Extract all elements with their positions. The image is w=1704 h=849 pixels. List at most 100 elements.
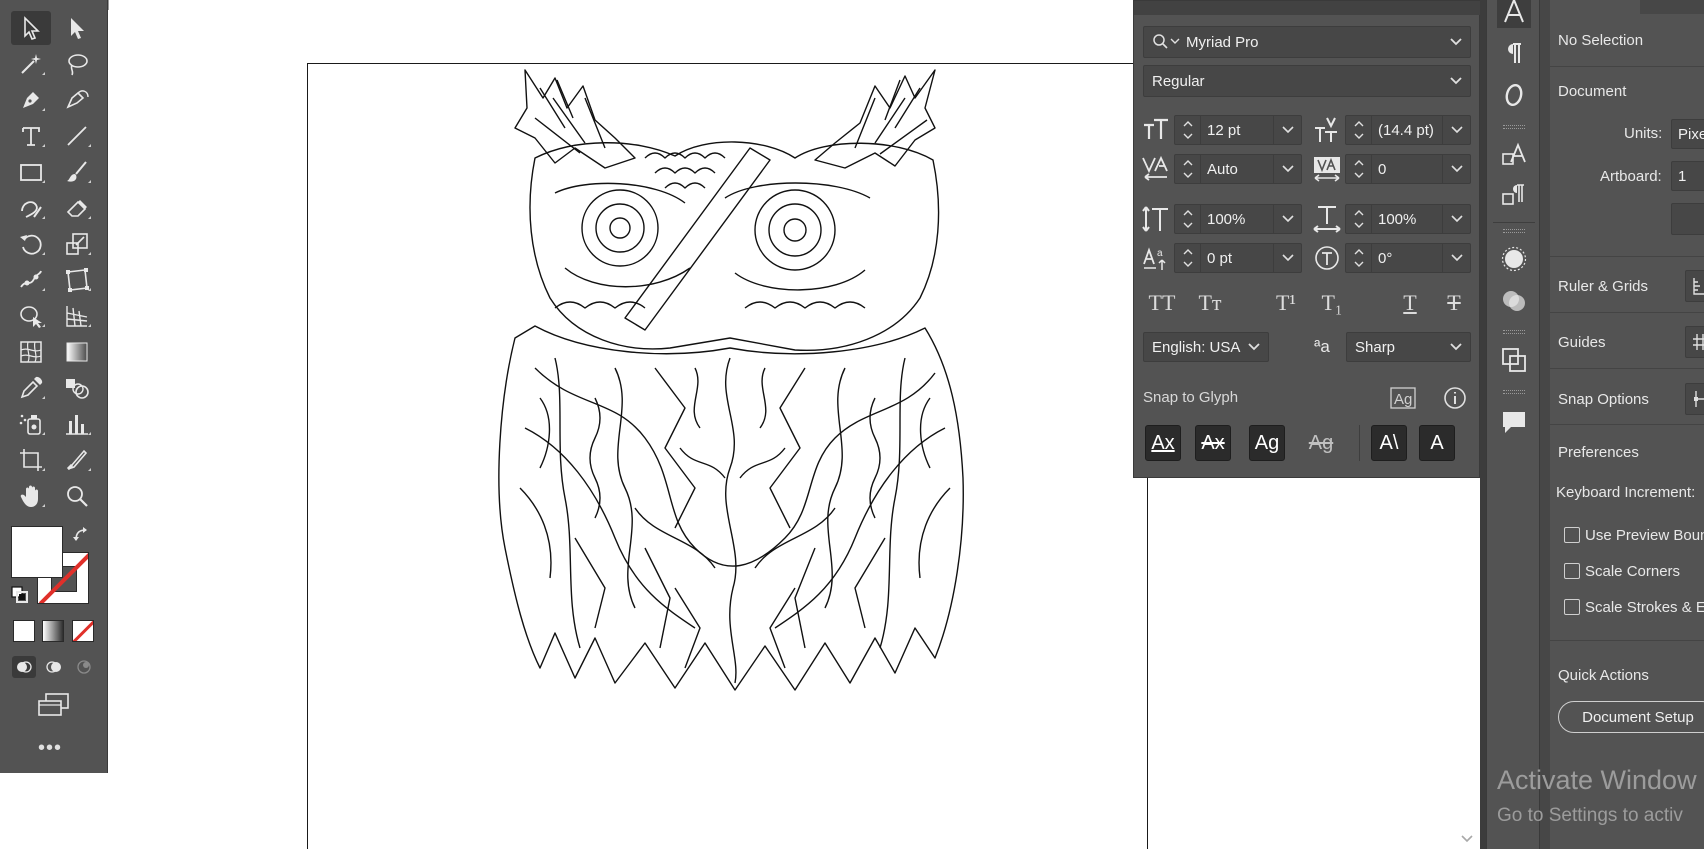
superscript-button[interactable]: T¹ <box>1268 289 1304 317</box>
lasso-tool[interactable] <box>57 47 97 81</box>
baseline-shift-stepper[interactable] <box>1175 244 1201 272</box>
vertical-scale-field[interactable]: 100% <box>1174 204 1302 234</box>
kerning-field[interactable]: Auto <box>1174 154 1302 184</box>
mesh-tool[interactable] <box>11 335 51 369</box>
column-graph-tool[interactable] <box>57 407 97 441</box>
snap-x-height-button[interactable]: Ax <box>1195 425 1231 461</box>
snap-anchor-point-button[interactable]: A <box>1419 425 1455 461</box>
use-preview-bounds-checkbox[interactable] <box>1564 527 1580 543</box>
horizontal-scale-stepper[interactable] <box>1346 205 1372 233</box>
rotate-tool[interactable] <box>11 227 51 261</box>
units-dropdown[interactable]: Pixe <box>1671 119 1704 149</box>
shape-builder-tool[interactable] <box>11 299 51 333</box>
kerning-dropdown[interactable] <box>1273 155 1301 183</box>
line-segment-tool[interactable] <box>57 119 97 153</box>
language-dropdown[interactable]: English: USA <box>1143 332 1269 362</box>
curvature-tool[interactable] <box>57 83 97 117</box>
baseline-shift-dropdown[interactable] <box>1273 244 1301 272</box>
shaper-tool[interactable] <box>11 191 51 225</box>
pen-tool[interactable] <box>11 83 51 117</box>
anti-aliasing-dropdown[interactable]: Sharp <box>1346 332 1471 362</box>
color-mode-button[interactable] <box>13 620 35 642</box>
all-caps-button[interactable]: TT <box>1144 289 1180 317</box>
pathfinder-panel-icon[interactable] <box>1497 343 1531 377</box>
draw-normal-button[interactable] <box>12 656 36 678</box>
font-size-stepper[interactable] <box>1175 116 1201 144</box>
guides-toggle[interactable] <box>1685 326 1704 358</box>
screen-mode-icon[interactable] <box>36 692 72 720</box>
snap-angular-guides-button[interactable]: A\ <box>1371 425 1407 461</box>
paragraph-styles-icon[interactable] <box>1497 178 1531 212</box>
small-caps-button[interactable]: Tт <box>1192 289 1228 317</box>
leading-stepper[interactable] <box>1346 116 1372 144</box>
type-tool[interactable] <box>11 119 51 153</box>
horizontal-scale-dropdown[interactable] <box>1442 205 1470 233</box>
snap-toggle[interactable] <box>1685 383 1704 415</box>
dock-scroll-down[interactable] <box>1457 831 1477 847</box>
draw-behind-button[interactable] <box>42 656 66 678</box>
character-styles-icon[interactable] <box>1497 138 1531 172</box>
rectangle-tool[interactable] <box>11 155 51 189</box>
font-size-dropdown[interactable] <box>1273 116 1301 144</box>
edit-toolbar-button[interactable]: ••• <box>38 738 62 758</box>
scale-corners-checkbox[interactable] <box>1564 563 1580 579</box>
character-rotation-stepper[interactable] <box>1346 244 1372 272</box>
slice-tool[interactable] <box>57 443 97 477</box>
font-family-dropdown[interactable]: Myriad Pro <box>1143 26 1471 58</box>
scale-strokes-checkbox[interactable] <box>1564 599 1580 615</box>
dock-grip[interactable] <box>1503 390 1525 394</box>
kerning-stepper[interactable] <box>1175 155 1201 183</box>
leading-field[interactable]: (14.4 pt) <box>1345 115 1471 145</box>
vertical-scale-stepper[interactable] <box>1175 205 1201 233</box>
baseline-shift-field[interactable]: 0 pt <box>1174 243 1302 273</box>
opentype-panel-icon[interactable] <box>1497 78 1531 112</box>
appearance-panel-icon[interactable] <box>1497 242 1531 276</box>
edit-artboards-button[interactable] <box>1671 203 1704 235</box>
swap-fill-stroke-icon[interactable] <box>72 526 90 544</box>
tracking-dropdown[interactable] <box>1442 155 1470 183</box>
draw-inside-button[interactable] <box>72 656 96 678</box>
document-setup-button[interactable]: Document Setup <box>1558 701 1704 733</box>
snap-glyph-bounds-button[interactable]: Ag <box>1249 425 1285 461</box>
snap-baseline-button[interactable]: Ax <box>1145 425 1181 461</box>
properties-tab[interactable] <box>1640 0 1704 14</box>
dock-grip[interactable] <box>1503 330 1525 334</box>
tracking-stepper[interactable] <box>1346 155 1372 183</box>
puppet-warp-tool[interactable] <box>11 263 51 297</box>
character-rotation-dropdown[interactable] <box>1442 244 1470 272</box>
eraser-tool[interactable] <box>57 191 97 225</box>
default-fill-stroke-icon[interactable] <box>11 586 29 604</box>
scale-tool[interactable] <box>57 227 97 261</box>
character-panel-icon[interactable] <box>1497 0 1531 28</box>
artboard-tool[interactable] <box>11 443 51 477</box>
paragraph-panel-icon[interactable] <box>1497 36 1531 70</box>
artboard-dropdown[interactable]: 1 <box>1671 161 1704 191</box>
hand-tool[interactable] <box>11 479 51 513</box>
tracking-field[interactable]: 0 <box>1345 154 1471 184</box>
none-mode-button[interactable] <box>72 620 94 642</box>
ruler-toggle[interactable] <box>1685 270 1704 302</box>
gradient-tool[interactable] <box>57 335 97 369</box>
vertical-scale-dropdown[interactable] <box>1273 205 1301 233</box>
selection-tool[interactable] <box>11 11 51 45</box>
fill-swatch[interactable] <box>11 526 63 578</box>
info-icon[interactable] <box>1443 386 1467 410</box>
transparency-panel-icon[interactable] <box>1497 284 1531 318</box>
font-style-dropdown[interactable]: Regular <box>1143 65 1471 97</box>
underline-button[interactable]: T <box>1392 289 1428 317</box>
font-size-field[interactable]: 12 pt <box>1174 115 1302 145</box>
dock-grip[interactable] <box>1503 229 1525 233</box>
gradient-mode-button[interactable] <box>42 620 64 642</box>
comments-panel-icon[interactable] <box>1497 405 1531 439</box>
subscript-button[interactable]: T₁ <box>1314 289 1350 317</box>
free-transform-tool[interactable] <box>57 263 97 297</box>
horizontal-scale-field[interactable]: 100% <box>1345 204 1471 234</box>
paintbrush-tool[interactable] <box>57 155 97 189</box>
blend-tool[interactable] <box>57 371 97 405</box>
eyedropper-tool[interactable] <box>11 371 51 405</box>
character-rotation-field[interactable]: 0° <box>1345 243 1471 273</box>
dock-grip[interactable] <box>1503 125 1525 129</box>
perspective-grid-tool[interactable] <box>57 299 97 333</box>
symbol-sprayer-tool[interactable] <box>11 407 51 441</box>
glyph-guide-icon[interactable]: Ag <box>1389 386 1417 410</box>
